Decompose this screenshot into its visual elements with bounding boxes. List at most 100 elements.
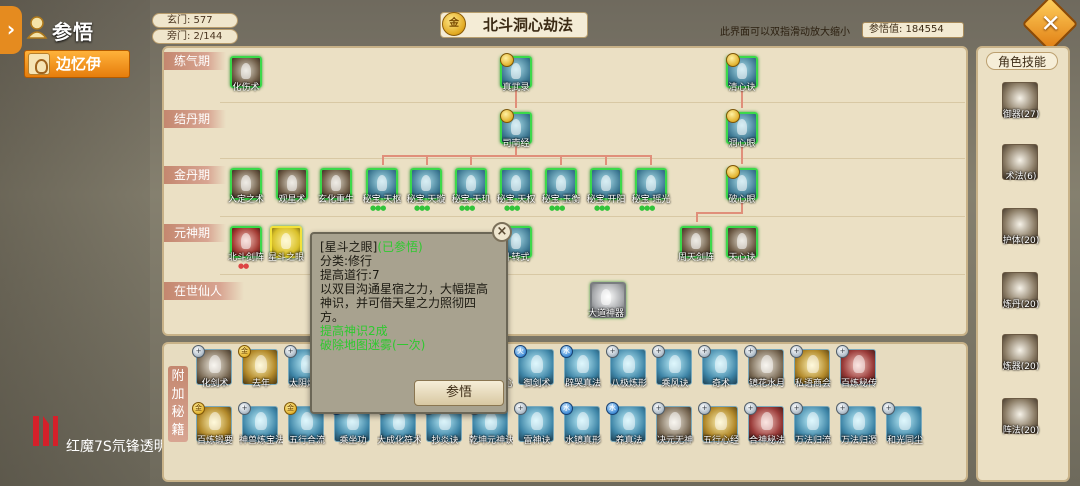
skill-node-locked[interactable]: 大道神器	[588, 282, 626, 319]
secret-label: 万法归源	[840, 436, 877, 446]
role-skill-liandan[interactable]: 炼丹(20)	[1002, 272, 1039, 310]
gold-badge-icon	[726, 165, 740, 179]
skill-node-label: 周天剑阵	[677, 253, 714, 263]
skill-node[interactable]: 周天剑阵	[678, 226, 714, 263]
skill-node[interactable]: 秘宝·天枢	[363, 168, 401, 205]
secret-label: 和光同尘	[886, 436, 923, 446]
role-skill-huti[interactable]: 护体(20)	[1002, 208, 1039, 246]
role-skill-label: 炼器(20)	[1002, 362, 1040, 372]
realm-lianqi: 练气期	[164, 52, 226, 70]
role-skill-yuqi[interactable]: 御器(27)	[1002, 82, 1039, 120]
secret-node[interactable]: + 神兽炼宝法	[238, 402, 283, 446]
secret-figure	[209, 412, 221, 430]
skill-node-label: 天心诀	[728, 253, 756, 263]
secret-node[interactable]: 金去年	[238, 345, 278, 389]
secret-node[interactable]: + 化剑术	[192, 345, 232, 389]
back-tab[interactable]: ›	[0, 6, 22, 54]
skill-node[interactable]: 秘宝·玉衡	[542, 168, 580, 205]
secret-node[interactable]: 水养真法	[606, 402, 646, 446]
chevron-right-icon: ›	[6, 17, 16, 41]
secret-label: 乾坤元神诀	[469, 436, 513, 446]
skill-node[interactable]: 北斗剑阵	[228, 226, 264, 263]
gold-badge-icon	[500, 53, 514, 67]
secret-node[interactable]: + 雷神诀	[514, 402, 554, 446]
insight-value: 参悟值: 184554	[862, 22, 964, 38]
close-button[interactable]: ✕	[1021, 0, 1079, 53]
secret-node[interactable]: + 万法归流	[790, 402, 831, 446]
tree-edge	[650, 155, 652, 165]
level-dots: ●●●	[370, 204, 386, 212]
skill-node[interactable]: 入定之术	[228, 168, 264, 205]
secret-figure	[531, 412, 543, 430]
realm-zaishixianren: 在世仙人	[164, 282, 244, 300]
secret-node[interactable]: + 合神秘法	[744, 402, 785, 446]
comprehend-button[interactable]: 参悟	[414, 380, 504, 406]
secret-figure	[255, 355, 267, 373]
secret-label: 养真法	[615, 436, 643, 446]
secret-node[interactable]: + 奇术	[698, 345, 738, 389]
element-badge-icon: 水	[606, 402, 619, 415]
tree-edge	[426, 155, 428, 165]
tree-edge	[696, 212, 698, 222]
tree-edge	[382, 155, 652, 157]
skill-node[interactable]: 秘宝·瑶光	[632, 168, 670, 205]
close-icon: ✕	[1040, 9, 1061, 38]
realm-divider	[220, 216, 965, 217]
element-badge-icon: 金	[192, 402, 205, 415]
secret-figure	[439, 412, 451, 430]
skill-node[interactable]: 秘宝·天璇	[407, 168, 445, 205]
skill-node-label: 入定之术	[227, 195, 264, 205]
element-badge-icon: +	[606, 345, 619, 358]
gold-coin-icon: 金	[442, 12, 466, 36]
secret-node[interactable]: 水水镜真形	[560, 402, 601, 446]
tooltip-category: 分类:修行	[320, 254, 373, 268]
secret-figure	[577, 412, 589, 430]
tree-edge	[382, 155, 384, 165]
secret-node[interactable]: + 决元无神	[652, 402, 693, 446]
skill-node[interactable]: 化伤术	[230, 56, 262, 93]
secret-node[interactable]: 水辟哭真法	[560, 345, 601, 389]
tree-edge	[696, 212, 743, 214]
secret-node[interactable]: + 万法归源	[836, 402, 877, 446]
secret-node[interactable]: + 镜花水月	[744, 345, 785, 389]
secret-label: 去年	[251, 379, 270, 389]
tooltip-close-button[interactable]: ×	[492, 222, 512, 242]
secret-node[interactable]: + 五行心经	[698, 402, 739, 446]
skill-node[interactable]: 天心诀	[726, 226, 758, 263]
secret-node[interactable]: 金百炼锻要	[192, 402, 233, 446]
element-badge-icon: +	[652, 345, 665, 358]
secret-label: 大成化符术	[377, 436, 421, 446]
realm-jindan: 金丹期	[164, 166, 226, 184]
skill-node-label: 清心诀	[728, 83, 756, 93]
secret-node[interactable]: + 私语商会	[790, 345, 831, 389]
skill-node[interactable]: 秘宝·开阳	[587, 168, 625, 205]
skill-node[interactable]: 秘宝·天玑	[452, 168, 490, 205]
role-skill-lianqi[interactable]: 炼器(20)	[1002, 334, 1039, 372]
skill-node[interactable]: 秘宝·天权	[497, 168, 535, 205]
character-tab[interactable]: 边忆伊	[24, 50, 130, 78]
skill-node-selected[interactable]: 星斗之眼	[268, 226, 304, 263]
skill-figure	[241, 233, 251, 249]
skill-node[interactable]: 观星术	[276, 168, 308, 205]
level-dots: ●●●	[549, 204, 565, 212]
secret-node[interactable]: + 八极炼形	[606, 345, 647, 389]
secret-label: 奇术	[711, 379, 730, 389]
role-skill-shufa[interactable]: 术法(6)	[1002, 144, 1038, 182]
element-badge-icon: +	[836, 402, 849, 415]
secret-figure	[577, 355, 589, 373]
skill-node[interactable]: 玄化重生	[318, 168, 354, 205]
skill-figure	[737, 119, 747, 135]
secret-node[interactable]: + 百炼秘传	[836, 345, 877, 389]
role-skill-zhenfa[interactable]: 阵法(20)	[1002, 398, 1039, 436]
extra-secrets-label: 附加秘籍	[168, 366, 188, 442]
level-dots: ●●●	[414, 204, 430, 212]
skill-node-label: 洞心眼	[728, 139, 756, 149]
xuanmen-stat: 玄门: 577	[152, 13, 238, 28]
red-magic-logo-icon	[33, 416, 58, 446]
secret-node[interactable]: + 和光同尘	[882, 402, 923, 446]
secret-node[interactable]: 火御剑术	[514, 345, 554, 389]
skill-figure	[421, 175, 431, 191]
secret-node[interactable]: + 乘风诀	[652, 345, 692, 389]
element-badge-icon: +	[698, 345, 711, 358]
tooltip-stat: 提高道行:7	[320, 268, 380, 282]
